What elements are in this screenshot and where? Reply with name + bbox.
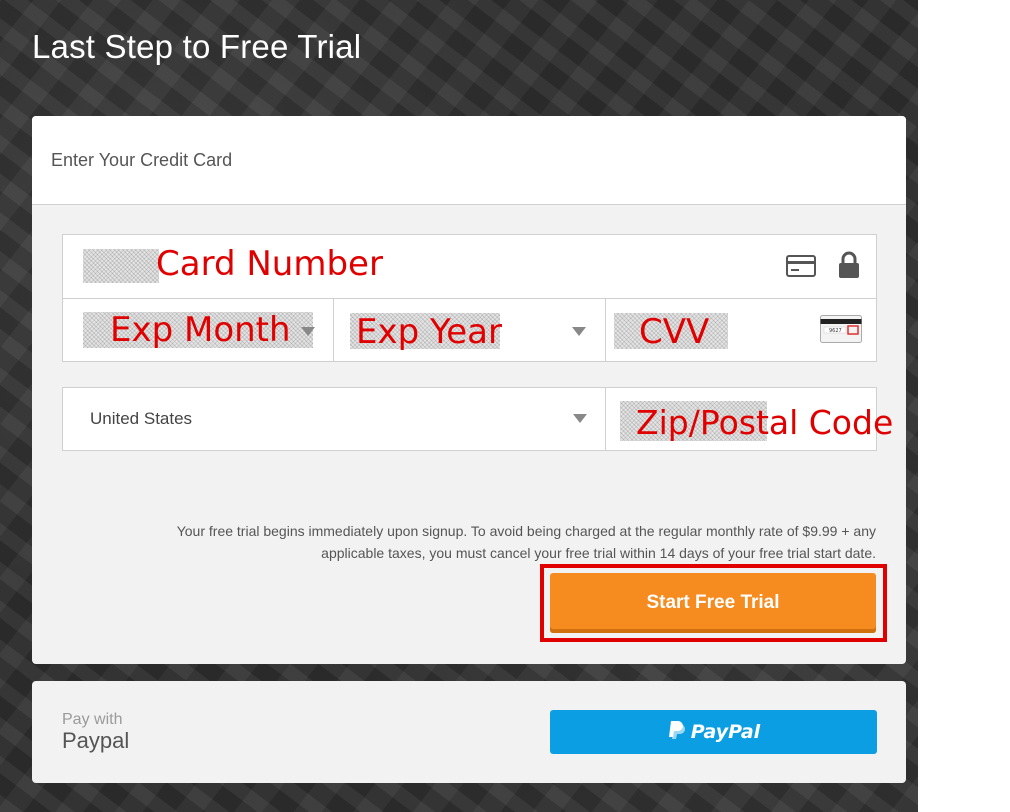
zip-postal-label: Zip/Postal Code bbox=[636, 403, 894, 442]
start-free-trial-button[interactable]: Start Free Trial bbox=[550, 573, 876, 633]
background-collage: Last Step to Free Trial Enter Your Credi… bbox=[0, 0, 918, 812]
trial-disclaimer: Your free trial begins immediately upon … bbox=[176, 523, 876, 561]
card-number-label: Card Number bbox=[156, 244, 383, 284]
chevron-down-icon bbox=[301, 327, 315, 336]
redacted-placeholder bbox=[83, 249, 159, 283]
panel-header: Enter Your Credit Card bbox=[32, 116, 906, 205]
chevron-down-icon bbox=[573, 414, 587, 423]
credit-card-panel: Enter Your Credit Card Card Number Exp M… bbox=[32, 116, 906, 664]
cvv-field[interactable]: CVV 9627 bbox=[605, 298, 877, 362]
chevron-down-icon bbox=[572, 327, 586, 336]
exp-month-select[interactable]: Exp Month bbox=[62, 298, 334, 362]
exp-month-label: Exp Month bbox=[110, 310, 291, 350]
credit-card-icon bbox=[786, 255, 816, 282]
paypal-button[interactable]: PayPal bbox=[550, 710, 877, 754]
paypal-button-label: PayPal bbox=[690, 721, 761, 743]
paypal-option-name: Paypal bbox=[62, 728, 130, 753]
country-value: United States bbox=[90, 409, 193, 428]
country-select[interactable]: United States bbox=[62, 387, 606, 451]
exp-year-select[interactable]: Exp Year bbox=[333, 298, 606, 362]
zip-postal-field[interactable]: Zip/Postal Code bbox=[605, 387, 893, 451]
cvv-card-icon: 9627 bbox=[820, 315, 862, 348]
exp-year-label: Exp Year bbox=[356, 312, 502, 352]
lock-icon bbox=[838, 251, 860, 284]
page-title: Last Step to Free Trial bbox=[32, 28, 362, 65]
paypal-logo-icon bbox=[667, 720, 685, 745]
paypal-panel: Pay with Paypal PayPal bbox=[32, 681, 906, 783]
panel-header-label: Enter Your Credit Card bbox=[51, 149, 233, 170]
card-number-field[interactable]: Card Number bbox=[62, 234, 877, 299]
pay-with-label: Pay with bbox=[62, 711, 123, 728]
cvv-label: CVV bbox=[639, 312, 710, 352]
cvv-card-digits: 9627 bbox=[829, 328, 842, 334]
